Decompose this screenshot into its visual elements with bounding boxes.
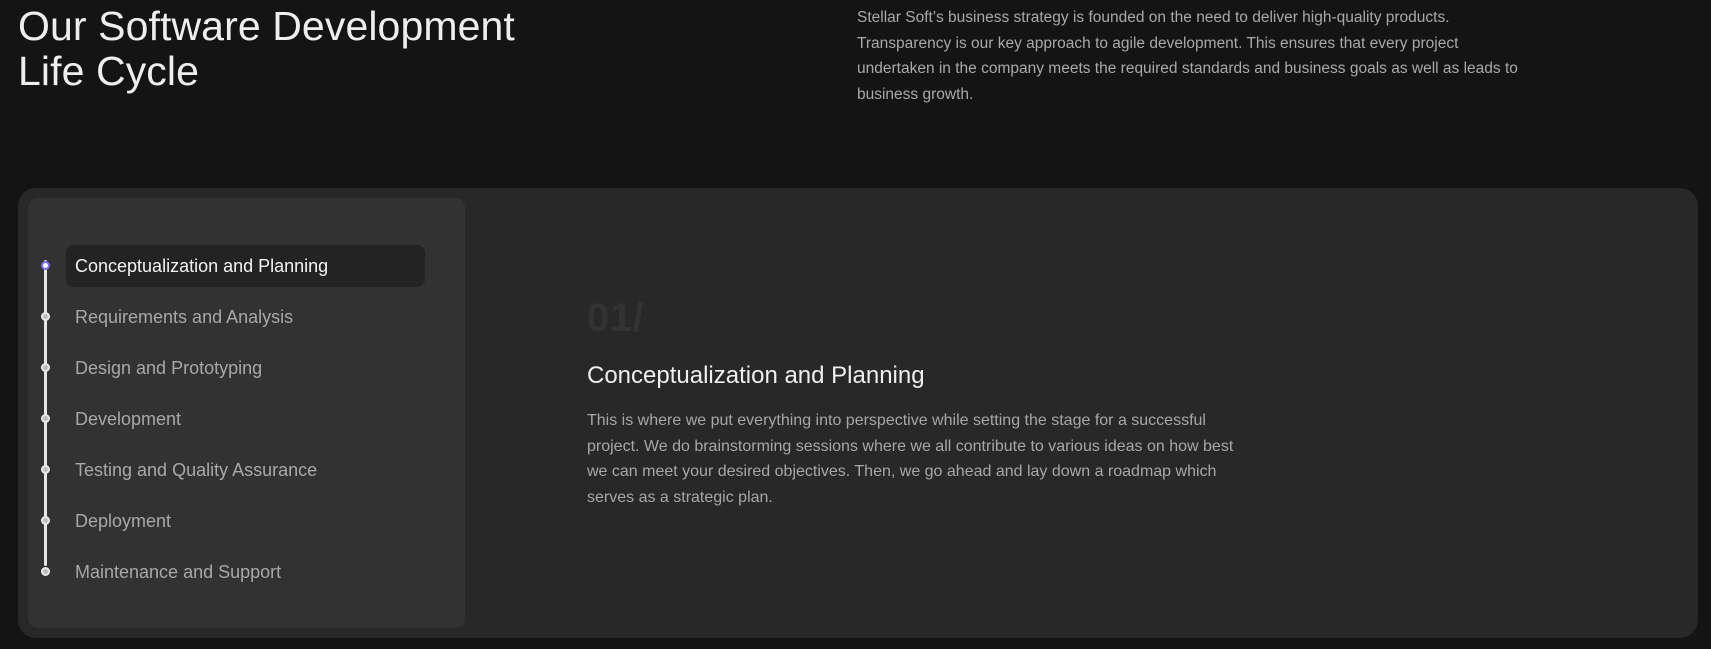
page-title: Our Software Development Life Cycle xyxy=(18,3,515,94)
step-label: Deployment xyxy=(75,511,172,531)
step-pill[interactable]: Deployment xyxy=(66,500,425,542)
step-conceptualization-planning[interactable]: Conceptualization and Planning xyxy=(28,243,465,287)
step-label: Testing and Quality Assurance xyxy=(75,460,318,480)
step-label: Development xyxy=(75,409,182,429)
step-pill[interactable]: Requirements and Analysis xyxy=(66,296,425,338)
step-pill[interactable]: Development xyxy=(66,398,425,440)
step-label: Conceptualization and Planning xyxy=(75,256,329,276)
step-pill[interactable]: Testing and Quality Assurance xyxy=(66,449,425,491)
timeline-dot-icon xyxy=(41,567,50,576)
step-number: 01/ xyxy=(587,296,645,340)
timeline-dot-icon xyxy=(41,312,50,321)
timeline-dot-icon xyxy=(41,414,50,423)
timeline-dot-icon xyxy=(41,363,50,372)
step-design-prototyping[interactable]: Design and Prototyping xyxy=(28,345,465,389)
timeline-dot-icon xyxy=(41,465,50,474)
step-label: Design and Prototyping xyxy=(75,358,263,378)
timeline-dot-icon xyxy=(41,261,50,270)
page: Our Software Development Life Cycle Stel… xyxy=(0,0,1711,649)
step-deployment[interactable]: Deployment xyxy=(28,498,465,542)
step-pill-active[interactable]: Conceptualization and Planning xyxy=(66,245,425,287)
step-label: Maintenance and Support xyxy=(75,562,282,582)
step-development[interactable]: Development xyxy=(28,396,465,440)
step-pill[interactable]: Design and Prototyping xyxy=(66,347,425,389)
step-detail: 01/ Conceptualization and Planning This … xyxy=(587,296,1267,510)
step-detail-title: Conceptualization and Planning xyxy=(587,362,925,389)
lifecycle-steps-panel: Conceptualization and Planning Requireme… xyxy=(28,198,465,628)
timeline-dot-icon xyxy=(41,516,50,525)
lifecycle-card: Conceptualization and Planning Requireme… xyxy=(18,188,1698,638)
step-testing-quality-assurance[interactable]: Testing and Quality Assurance xyxy=(28,447,465,491)
intro-paragraph: Stellar Soft’s business strategy is foun… xyxy=(857,9,1518,103)
step-pill[interactable]: Maintenance and Support xyxy=(66,551,425,593)
step-requirements-analysis[interactable]: Requirements and Analysis xyxy=(28,294,465,338)
step-maintenance-support[interactable]: Maintenance and Support xyxy=(28,549,465,593)
step-detail-text: This is where we put everything into per… xyxy=(587,412,1234,506)
step-label: Requirements and Analysis xyxy=(75,307,294,327)
